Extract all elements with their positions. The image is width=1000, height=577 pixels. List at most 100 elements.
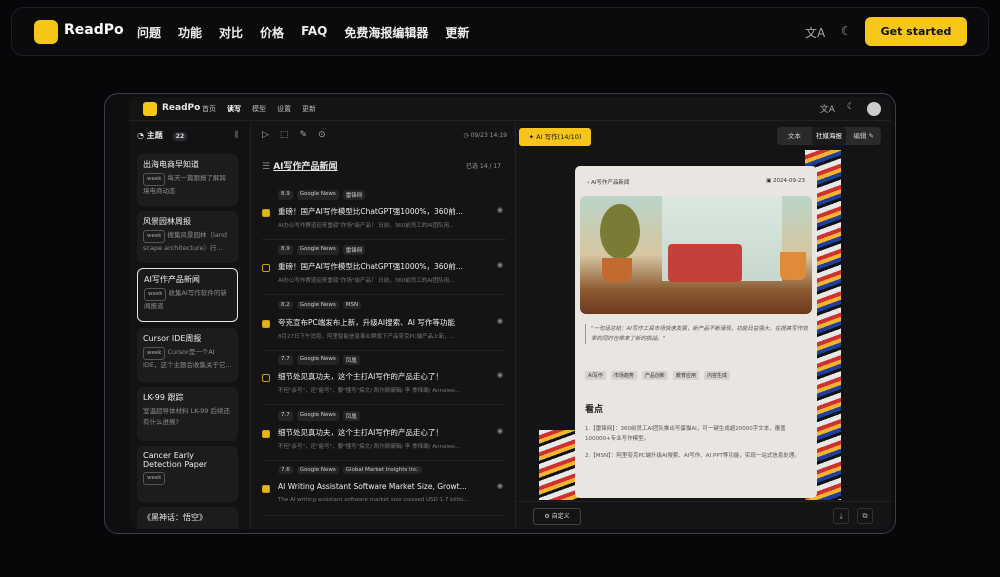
tab-edit[interactable]: 编辑 ✎ bbox=[846, 127, 881, 145]
news-tags: 8.9 Google News 雷锋网 bbox=[278, 245, 366, 255]
menu-item-compare[interactable]: 对比 bbox=[219, 24, 243, 41]
topic-title: Cancer Early Detection Paper bbox=[143, 451, 208, 469]
copy-icon[interactable]: ⧉ bbox=[857, 508, 873, 524]
menu-item-questions[interactable]: 问题 bbox=[137, 24, 161, 41]
poster-date: ▣ 2024-09-23 bbox=[766, 178, 805, 184]
moon-icon[interactable]: ☾ bbox=[847, 102, 855, 116]
sidebar-title: 主题 bbox=[146, 131, 163, 140]
news-item[interactable]: 8.9 Google News 雷锋网 重磅！国产AI写作模型比ChatGPT强10… bbox=[262, 245, 506, 295]
topic-title: LK-99 跟踪 bbox=[143, 393, 184, 402]
news-score: 8.2 bbox=[278, 301, 293, 309]
news-tags: 8.2 Google News MSN bbox=[278, 301, 362, 309]
eye-icon[interactable]: ◉ bbox=[497, 427, 503, 435]
topic-badge: week bbox=[143, 230, 166, 243]
topic-desc: 室温超导体材料 LK-99 后续还有什么进展? bbox=[143, 407, 230, 426]
filter-icon[interactable]: ⫼ bbox=[234, 130, 238, 140]
avatar[interactable] bbox=[867, 102, 881, 116]
app-nav: 首页 读写 模型 设置 更新 bbox=[202, 104, 316, 114]
menu-item-faq[interactable]: FAQ bbox=[301, 24, 327, 41]
poster-back-link[interactable]: ‹ AI写作产品新闻 bbox=[587, 178, 629, 186]
topic-item[interactable]: Cancer Early Detection Paper week bbox=[137, 446, 238, 502]
news-item-title: 细节处见真功夫，这个主打AI写作的产品走心了！ bbox=[278, 372, 443, 381]
news-checkbox[interactable] bbox=[262, 209, 270, 217]
news-checkbox[interactable] bbox=[262, 430, 270, 438]
poster-point: 1.【雷锋网】：360前员工AI团队推出写蛋猫AI，可一键生成超20000字文本… bbox=[585, 426, 786, 442]
ai-write-button[interactable]: ✦ AI 写作(14/10) bbox=[519, 128, 591, 146]
eye-icon[interactable]: ◉ bbox=[497, 371, 503, 379]
topic-item[interactable]: 风景园林周报 week 搜集风景园林（land scape architectur… bbox=[137, 211, 238, 263]
news-checkbox[interactable] bbox=[262, 264, 270, 272]
translate-icon[interactable]: 文A bbox=[820, 102, 835, 116]
news-item-summary: AI办公写作赛道迎来重磅"炸场"级产品！ 日前，360前员工的AI团队用... bbox=[278, 278, 455, 284]
news-checkbox[interactable] bbox=[262, 320, 270, 328]
topic-item[interactable]: 出海电商早知道 week 每天一篇跟报了解跨境电商动态 bbox=[137, 154, 238, 206]
cup-shape bbox=[780, 252, 806, 280]
news-score: 7.7 bbox=[278, 355, 293, 365]
eye-icon[interactable]: ◉ bbox=[497, 482, 503, 490]
news-item[interactable]: 8.2 Google News MSN 夸克宣布PC端发布上新，升级AI搜索、AI … bbox=[262, 301, 506, 351]
brush-icon[interactable]: ✎ bbox=[299, 130, 307, 140]
tab-text[interactable]: 文本 bbox=[777, 127, 812, 145]
news-source: Google News bbox=[296, 245, 339, 255]
app-nav-updates[interactable]: 更新 bbox=[302, 104, 316, 114]
topic-item[interactable]: 《黑神话：悟空》 bbox=[137, 507, 238, 529]
eye-icon[interactable]: ◉ bbox=[497, 206, 503, 214]
news-heading: ☰ AI写作产品新闻 bbox=[262, 159, 338, 172]
menu-item-features[interactable]: 功能 bbox=[178, 24, 202, 41]
translate-icon[interactable]: 文A bbox=[805, 24, 825, 41]
select-icon[interactable]: ⬚ bbox=[280, 130, 289, 140]
tab-social-poster[interactable]: 社媒海报 bbox=[811, 127, 847, 145]
poster-illustration bbox=[580, 196, 812, 314]
news-tags: 8.9 Google News 雷锋网 bbox=[278, 190, 366, 200]
news-tags: 7.7 Google News 凤凰 bbox=[278, 355, 360, 365]
menu-item-updates[interactable]: 更新 bbox=[445, 24, 469, 41]
topic-item[interactable]: LK-99 跟踪 室温超导体材料 LK-99 后续还有什么进展? bbox=[137, 387, 238, 441]
sidebar-header: ◔ 主题 22 bbox=[137, 130, 188, 141]
info-icon[interactable]: ⊙ bbox=[318, 130, 326, 140]
poster-canvas: ‹ AI写作产品新闻 ▣ 2024-09-23 "一句话总结：AI写作工具市场快… bbox=[539, 150, 841, 500]
news-item-summary: 不但"会写"，还"能写"，要"懂写"搞文/ 凯尔颜编辑/ 李 季择编/ Anna… bbox=[278, 444, 460, 450]
news-tags: 7.7 Google News 凤凰 bbox=[278, 411, 360, 421]
news-source: Google News bbox=[296, 466, 339, 474]
topic-title: AI写作产品新闻 bbox=[144, 275, 200, 284]
news-score: 7.6 bbox=[278, 466, 293, 474]
topic-sidebar: ◔ 主题 22 ⫼ 出海电商早知道 week 每天一篇跟报了解跨境电商动态 风景园林… bbox=[129, 122, 251, 529]
news-checkbox[interactable] bbox=[262, 374, 270, 382]
play-icon[interactable]: ▷ bbox=[262, 130, 269, 140]
menu-item-poster-editor[interactable]: 免费海报编辑器 bbox=[344, 24, 428, 41]
news-item[interactable]: 7.7 Google News 凤凰 细节处见真功夫，这个主打AI写作的产品走心了！… bbox=[262, 355, 506, 405]
news-score: 8.9 bbox=[278, 190, 293, 200]
topic-item-selected[interactable]: AI写作产品新闻 week 收集AI写作软件的新闻报道 bbox=[137, 268, 238, 322]
brand-name[interactable]: ReadPo bbox=[64, 22, 124, 38]
news-item[interactable]: 7.7 Google News 凤凰 细节处见真功夫，这个主打AI写作的产品走心了！… bbox=[262, 411, 506, 461]
poster-tag: AI写作 bbox=[585, 371, 606, 380]
main-menu: 问题 功能 对比 价格 FAQ 免费海报编辑器 更新 bbox=[137, 24, 469, 41]
news-score: 7.7 bbox=[278, 411, 293, 421]
news-item-title: AI Writing Assistant Software Market Siz… bbox=[278, 482, 467, 491]
topic-title: Cursor IDE周报 bbox=[143, 334, 202, 343]
menu-item-pricing[interactable]: 价格 bbox=[260, 24, 284, 41]
topic-item[interactable]: Cursor IDE周报 week Cursor是一个AI IDE，这个主题会收集… bbox=[137, 328, 238, 382]
app-nav-home[interactable]: 首页 bbox=[202, 104, 216, 114]
eye-icon[interactable]: ◉ bbox=[497, 261, 503, 269]
eye-icon[interactable]: ◉ bbox=[497, 317, 503, 325]
moon-icon[interactable]: ☾ bbox=[841, 24, 852, 38]
app-logo-icon[interactable] bbox=[143, 102, 157, 116]
app-nav-models[interactable]: 模型 bbox=[252, 104, 266, 114]
get-started-button[interactable]: Get started bbox=[865, 17, 967, 46]
app-nav-settings[interactable]: 设置 bbox=[277, 104, 291, 114]
decorative-stripes bbox=[539, 430, 579, 500]
readpo-logo-icon[interactable] bbox=[34, 20, 58, 44]
news-toolbar: ▷ ⬚ ✎ ⊙ bbox=[262, 130, 326, 140]
download-icon[interactable]: ⤓ bbox=[833, 508, 849, 524]
news-item-summary: 8月27日下午消息，阿里智能信息事业群旗下产品夸克PC端产品上新，... bbox=[278, 334, 455, 340]
news-item[interactable]: 8.9 Google News 雷锋网 重磅！国产AI写作模型比ChatGPT强10… bbox=[262, 190, 506, 240]
top-navbar: ReadPo 问题 功能 对比 价格 FAQ 免费海报编辑器 更新 文A ☾ G… bbox=[11, 7, 989, 56]
app-preview-frame: ReadPo 首页 读写 模型 设置 更新 文A ☾ ◔ 主题 22 ⫼ 出海电商… bbox=[104, 93, 896, 534]
plant-shape bbox=[600, 204, 640, 259]
news-item-title: 夸克宣布PC端发布上新，升级AI搜索、AI 写作等功能 bbox=[278, 318, 455, 327]
news-checkbox[interactable] bbox=[262, 485, 270, 493]
news-item[interactable]: 7.6 Google News Global Market Insights Inc… bbox=[262, 466, 506, 516]
customize-button[interactable]: ⚙ 自定义 bbox=[533, 508, 581, 525]
app-nav-read-write[interactable]: 读写 bbox=[227, 104, 241, 114]
